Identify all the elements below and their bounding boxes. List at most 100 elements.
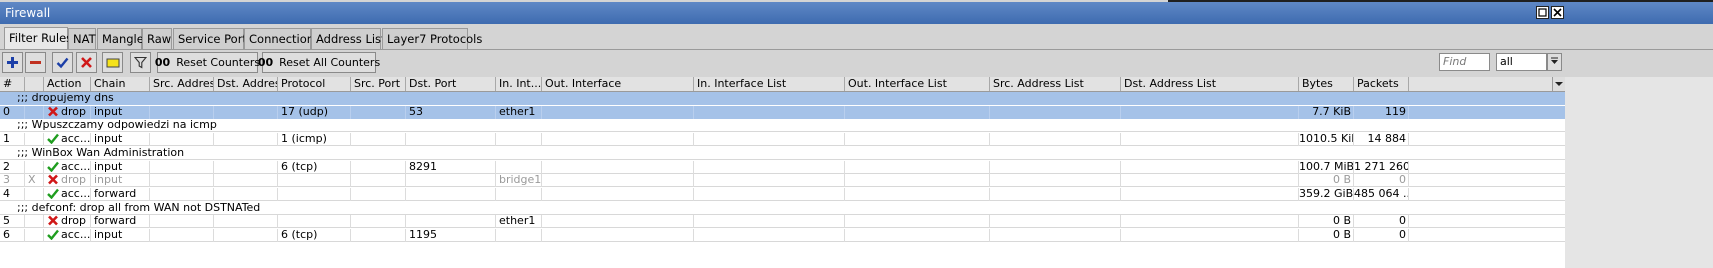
cell-src-port xyxy=(351,174,406,188)
cell-dst-port: 8291 xyxy=(406,160,496,174)
cell-protocol: 6 (tcp) xyxy=(278,160,351,174)
table-row[interactable]: 1 acc... input 1 (icmp) 1010.5 KiB 14 884 xyxy=(0,133,1565,147)
title-bar: Firewall xyxy=(0,2,1713,24)
reset-all-counters-button[interactable]: 00 Reset All Counters xyxy=(258,52,380,73)
cell-src-port xyxy=(351,105,406,119)
rule-comment: ;;; WinBox Wan Administration xyxy=(17,145,185,159)
cell-dst-port xyxy=(406,187,496,201)
table-row[interactable]: 2 acc... input 6 (tcp) 8291 100.7 MiB 1 271 26… xyxy=(0,160,1565,174)
cell-out-interface xyxy=(542,187,694,201)
cell-out-interface-list xyxy=(845,215,990,229)
cell-num: 1 xyxy=(0,133,25,147)
rule-comment: ;;; defconf: drop all from WAN not DSTNA… xyxy=(17,200,261,214)
cell-dst-address-list xyxy=(1121,133,1299,147)
drop-icon xyxy=(48,106,58,117)
comment-button[interactable] xyxy=(102,52,123,73)
chevron-down-icon xyxy=(1551,57,1558,64)
check-icon xyxy=(56,57,69,69)
maximize-button[interactable] xyxy=(1536,6,1549,19)
col-out-interface-list[interactable]: Out. Interface List xyxy=(845,77,990,91)
cell-num: 0 xyxy=(0,105,25,119)
tab-service-ports[interactable]: Service Ports xyxy=(173,28,253,49)
tab-connections[interactable]: Connections xyxy=(244,28,320,49)
cell-dst-port xyxy=(406,133,496,147)
cell-packets: 119 xyxy=(1354,105,1409,119)
cell-num: 4 xyxy=(0,187,25,201)
table-row[interactable]: 5 drop forward ether1 0 B0 xyxy=(0,215,1565,229)
col-flags[interactable] xyxy=(25,77,44,91)
table-header: # Action Chain Src. Address Dst. Address… xyxy=(0,77,1565,92)
filter-button[interactable] xyxy=(130,52,151,73)
col-in-interface-list[interactable]: In. Interface List xyxy=(694,77,845,91)
cell-src-address-list xyxy=(990,174,1121,188)
cell-in-int: ether1 xyxy=(496,215,542,229)
cell-action: acc... xyxy=(44,133,91,147)
disable-button[interactable] xyxy=(76,52,97,73)
table-row[interactable]: 0 drop input 17 (udp) 53 ether1 7.7 KiB 119 xyxy=(0,105,1565,119)
cell-flag xyxy=(25,229,44,242)
col-dst-address[interactable]: Dst. Address xyxy=(214,77,278,91)
cell-dst-address-list xyxy=(1121,160,1299,174)
col-in-interface[interactable]: In. Int... xyxy=(496,77,542,91)
cell-dst-port xyxy=(406,174,496,188)
reset-counters-button[interactable]: 00 Reset Counters xyxy=(155,52,260,73)
comment-row[interactable]: ;;; Wpuszczamy odpowiedzi na icmp xyxy=(0,119,1565,133)
col-chain[interactable]: Chain xyxy=(91,77,150,91)
cell-in-interface-list xyxy=(694,105,845,119)
cell-out-interface-list xyxy=(845,174,990,188)
col-dst-address-list[interactable]: Dst. Address List xyxy=(1121,77,1299,91)
cell-packets: 14 884 xyxy=(1354,133,1409,147)
filter-select-dropdown[interactable] xyxy=(1547,53,1562,71)
col-protocol[interactable]: Protocol xyxy=(278,77,351,91)
close-button[interactable] xyxy=(1551,6,1564,19)
cell-protocol: 17 (udp) xyxy=(278,105,351,119)
cell-src-address-list xyxy=(990,187,1121,201)
col-src-port[interactable]: Src. Port xyxy=(351,77,406,91)
table-row[interactable]: 4 acc... forward 359.2 GiB 485 064 ... xyxy=(0,187,1565,201)
col-packets[interactable]: Packets xyxy=(1354,77,1409,91)
table-row[interactable]: 6 acc... input 6 (tcp) 1195 0 B0 xyxy=(0,229,1565,242)
cell-bytes: 7.7 KiB xyxy=(1299,105,1354,119)
action-label: acc... xyxy=(61,229,91,241)
tab-layer7-protocols[interactable]: Layer7 Protocols xyxy=(382,28,482,49)
col-number[interactable]: # xyxy=(0,77,25,91)
cell-num: 6 xyxy=(0,229,25,242)
col-src-address-list[interactable]: Src. Address List xyxy=(990,77,1121,91)
tab-raw[interactable]: Raw xyxy=(142,28,172,49)
chevron-down-icon xyxy=(1555,82,1563,86)
add-button[interactable] xyxy=(2,52,23,73)
cell-bytes: 0 B xyxy=(1299,215,1354,229)
comment-row[interactable]: ;;; dropujemy dns xyxy=(0,92,1565,105)
cell-dst-address xyxy=(214,215,278,229)
col-bytes[interactable]: Bytes xyxy=(1299,77,1354,91)
filter-select[interactable]: all xyxy=(1496,53,1547,71)
reset-all-counters-label: Reset All Counters xyxy=(279,56,381,69)
window-title: Firewall xyxy=(5,6,51,20)
cell-num: 3 xyxy=(0,174,25,188)
cell-src-address-list xyxy=(990,229,1121,242)
tab-filter-rules[interactable]: Filter Rules xyxy=(4,27,72,50)
tab-mangle[interactable]: Mangle xyxy=(97,28,144,49)
col-dst-port[interactable]: Dst. Port xyxy=(406,77,496,91)
comment-row[interactable]: ;;; WinBox Wan Administration xyxy=(0,145,1565,160)
cell-action: acc... xyxy=(44,187,91,201)
col-src-address[interactable]: Src. Address xyxy=(150,77,214,91)
col-out-interface[interactable]: Out. Interface xyxy=(542,77,694,91)
cell-src-address-list xyxy=(990,133,1121,147)
cell-flag xyxy=(25,160,44,174)
cell-src-address xyxy=(150,229,214,242)
cell-flag xyxy=(25,105,44,119)
column-chooser-button[interactable] xyxy=(1552,77,1565,91)
cell-in-interface-list xyxy=(694,187,845,201)
comment-row[interactable]: ;;; defconf: drop all from WAN not DSTNA… xyxy=(0,200,1565,215)
action-label: acc... xyxy=(61,160,91,173)
cell-action: drop xyxy=(44,105,91,119)
tab-nat[interactable]: NAT xyxy=(68,28,96,49)
enable-button[interactable] xyxy=(52,52,73,73)
cell-protocol xyxy=(278,187,351,201)
find-input[interactable]: Find xyxy=(1439,53,1490,71)
col-action[interactable]: Action xyxy=(44,77,91,91)
remove-button[interactable] xyxy=(25,52,46,73)
table-row[interactable]: 3 Xdrop input bridge1 0 B0 xyxy=(0,174,1565,188)
tab-address-lists[interactable]: Address Lists xyxy=(311,28,392,49)
